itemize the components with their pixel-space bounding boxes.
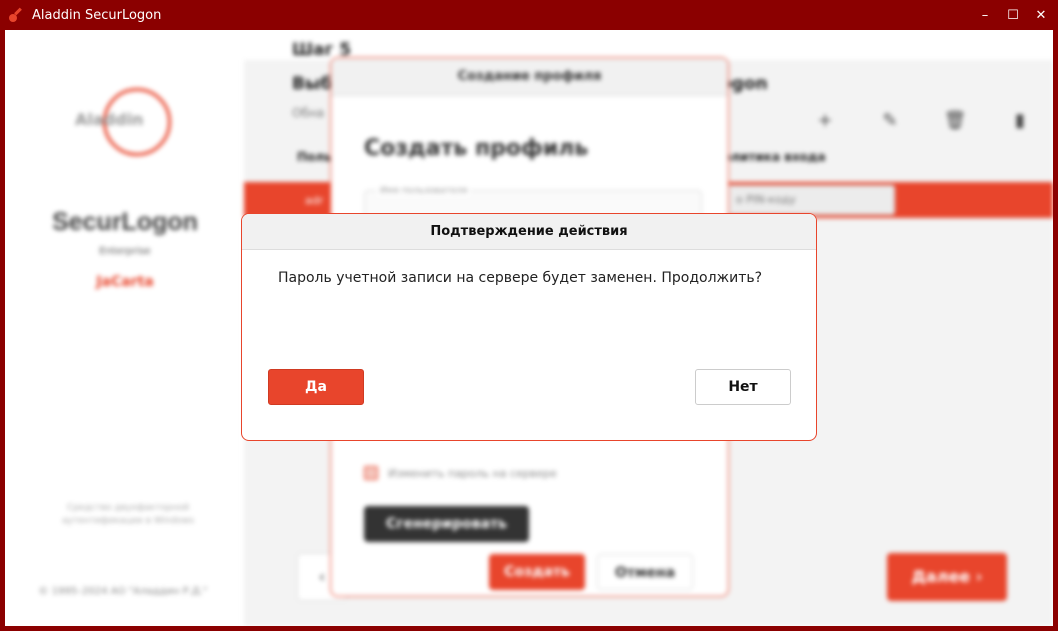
generate-button[interactable]: Сгенерировать xyxy=(364,506,529,542)
next-button[interactable]: Далее › xyxy=(887,553,1007,601)
username-field-label: Имя пользователя xyxy=(377,186,471,196)
app-key-icon xyxy=(9,7,22,22)
table-cell-user: adr xyxy=(305,194,324,207)
confirm-dialog-title: Подтверждение действия xyxy=(242,214,816,250)
window-titlebar: Aladdin SecurLogon – ☐ ✕ xyxy=(0,0,1058,30)
delete-icon[interactable]: 🗑 xyxy=(944,110,967,131)
product-variant: JaCarta xyxy=(96,274,154,290)
create-button[interactable]: Создать xyxy=(489,554,585,590)
page-subheading: Обна xyxy=(292,106,325,120)
create-profile-heading: Создать профиль xyxy=(364,136,589,161)
create-profile-title: Создание профиля xyxy=(331,58,728,96)
edit-icon[interactable]: ✎ xyxy=(880,110,900,131)
sidebar-note: Средство двухфакторной аутентификации в … xyxy=(61,503,195,526)
change-password-checkbox[interactable] xyxy=(364,466,378,480)
toolbar: + ✎ 🗑 ▮ xyxy=(815,110,1030,131)
add-icon[interactable]: + xyxy=(815,110,835,131)
cancel-button[interactable]: Отмена xyxy=(597,554,693,590)
close-button[interactable]: ✕ xyxy=(1032,6,1050,24)
sidebar: Aladdin SecurLogon Enterprise JaCarta Ср… xyxy=(5,30,239,626)
page-heading: Выб xyxy=(292,74,333,94)
no-button[interactable]: Нет xyxy=(695,369,791,405)
logo-text: Aladdin xyxy=(75,110,144,129)
yes-button[interactable]: Да xyxy=(268,369,364,405)
copyright: © 1995–2024 АО "Аладдин Р.Д." xyxy=(38,586,208,597)
column-header-user: Поль xyxy=(297,150,332,164)
change-password-label: Изменить пароль на сервере xyxy=(388,466,557,480)
minimize-button[interactable]: – xyxy=(976,6,994,24)
window-title: Aladdin SecurLogon xyxy=(32,7,162,23)
confirm-dialog: Подтверждение действия Пароль учетной за… xyxy=(241,213,817,441)
policy-select[interactable]: о PIN-коду xyxy=(725,185,895,215)
window-controls: – ☐ ✕ xyxy=(976,0,1050,30)
product-name: SecurLogon xyxy=(52,208,198,236)
product-edition: Enterprise xyxy=(99,246,151,257)
token-icon[interactable]: ▮ xyxy=(1010,110,1030,131)
window-client-area: Aladdin SecurLogon Enterprise JaCarta Ср… xyxy=(5,30,1053,626)
column-header-policy: олитика входа xyxy=(723,150,826,164)
confirm-dialog-message: Пароль учетной записи на сервере будет з… xyxy=(278,270,763,286)
change-password-row: Изменить пароль на сервере xyxy=(364,466,557,480)
maximize-button[interactable]: ☐ xyxy=(1004,6,1022,24)
